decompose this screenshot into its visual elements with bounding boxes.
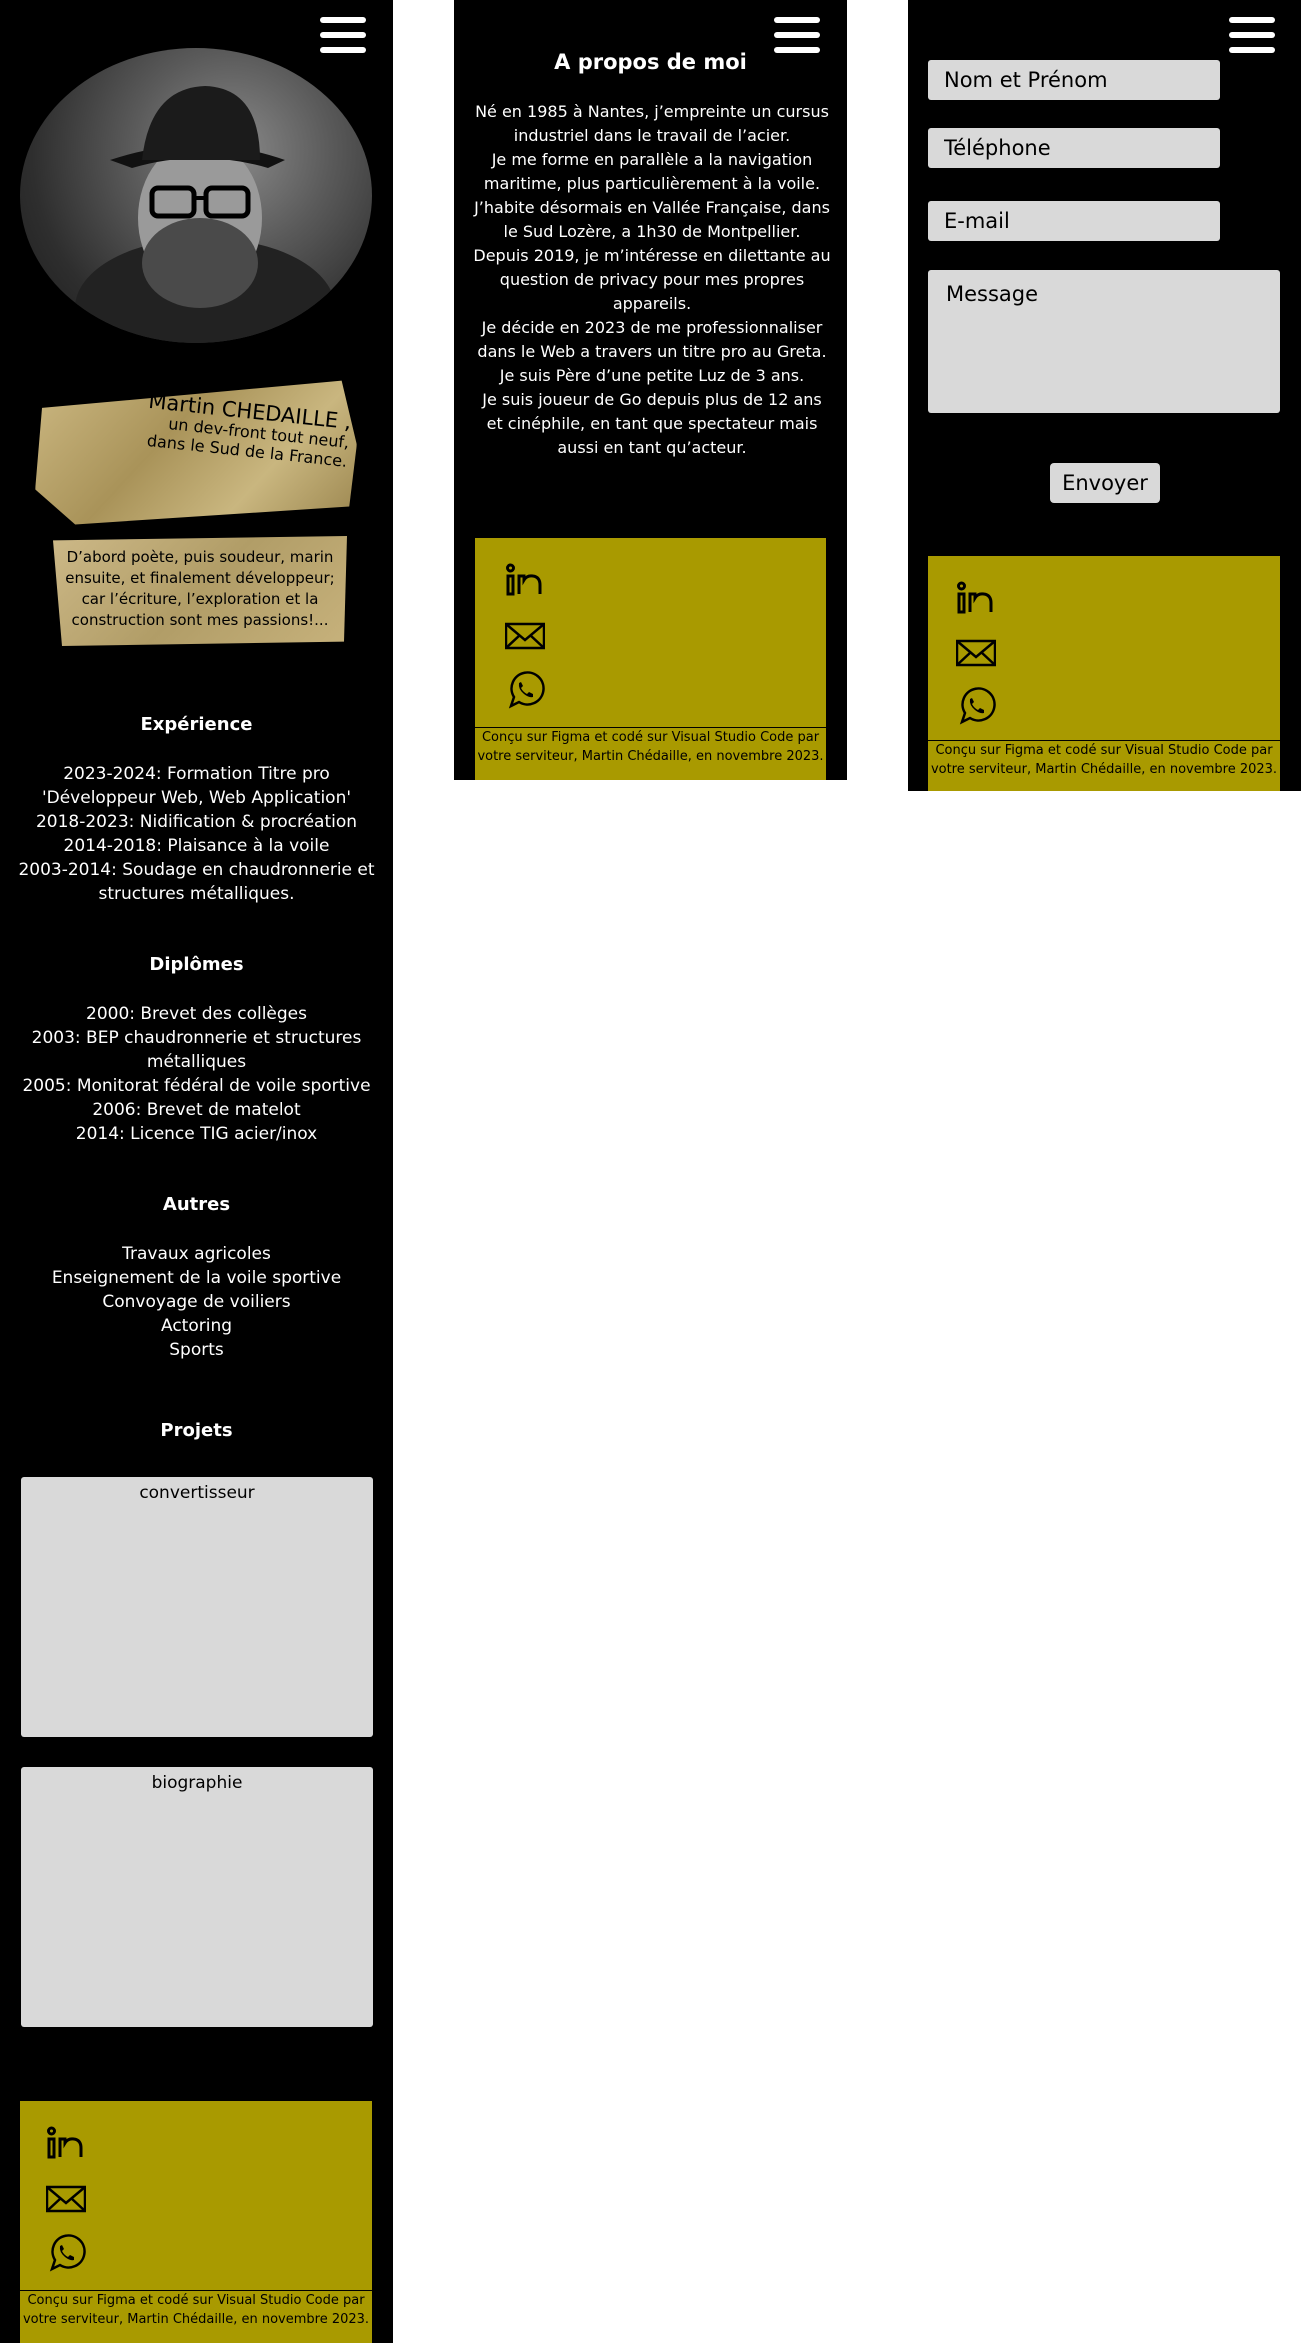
- avatar: [20, 48, 372, 343]
- about-paragraph: J’habite désormais en Vallée Française, …: [474, 198, 830, 241]
- intro-text: D’abord poète, puis soudeur, marin ensui…: [65, 548, 335, 629]
- linkedin-icon[interactable]: [505, 562, 545, 602]
- about-title: A propos de moi: [554, 50, 747, 74]
- list-item: 2023-2024: Formation Titre pro 'Développ…: [41, 764, 352, 808]
- footer: Conçu sur Figma et codé sur Visual Studi…: [20, 2101, 372, 2343]
- about-paragraph: Je suis Père d’une petite Luz de 3 ans.: [499, 366, 805, 385]
- project-label: biographie: [151, 1773, 243, 1793]
- list-item: Sports: [169, 1340, 224, 1360]
- list-item: 2000: Brevet des collèges: [86, 1004, 307, 1024]
- footer-credit: Conçu sur Figma et codé sur Visual Studi…: [20, 2290, 372, 2329]
- message-field[interactable]: [928, 270, 1280, 413]
- project-card-biographie[interactable]: biographie: [21, 1767, 373, 2027]
- about-paragraph: Je suis joueur de Go depuis plus de 12 a…: [482, 390, 822, 457]
- whatsapp-icon[interactable]: [956, 686, 996, 726]
- about-paragraph: Je me forme en parallèle a la navigation…: [483, 150, 821, 193]
- about-text: Né en 1985 à Nantes, j’empreinte un curs…: [472, 100, 832, 460]
- footer: Conçu sur Figma et codé sur Visual Studi…: [928, 556, 1280, 791]
- menu-icon[interactable]: [320, 17, 366, 53]
- experience-list: 2023-2024: Formation Titre pro 'Développ…: [14, 762, 379, 906]
- footer: Conçu sur Figma et codé sur Visual Studi…: [475, 538, 826, 780]
- phone-field[interactable]: [928, 128, 1220, 168]
- about-paragraph: Je décide en 2023 de me professionnalise…: [477, 318, 827, 361]
- list-item: 2003-2014: Soudage en chaudronnerie et s…: [18, 860, 375, 904]
- list-item: Actoring: [160, 1316, 233, 1336]
- list-item: 2018-2023: Nidification & procréation: [35, 812, 358, 832]
- mail-icon[interactable]: [956, 633, 996, 673]
- list-item: Travaux agricoles: [122, 1244, 271, 1264]
- linkedin-icon[interactable]: [956, 580, 996, 620]
- project-card-convertisseur[interactable]: convertisseur: [21, 1477, 373, 1737]
- footer-credit: Conçu sur Figma et codé sur Visual Studi…: [475, 727, 826, 766]
- list-item: 2014-2018: Plaisance à la voile: [63, 836, 330, 856]
- contact-panel: Envoyer Conçu sur Figma et codé sur Visu…: [908, 0, 1301, 791]
- email-field[interactable]: [928, 201, 1220, 241]
- diplomas-title: Diplômes: [149, 954, 244, 975]
- experience-title: Expérience: [140, 714, 253, 735]
- diplomas-list: 2000: Brevet des collèges 2003: BEP chau…: [14, 1002, 379, 1146]
- whatsapp-icon[interactable]: [505, 670, 545, 710]
- linkedin-icon[interactable]: [46, 2125, 86, 2165]
- home-panel: Martin CHEDAILLE , un dev-front tout neu…: [0, 0, 393, 2343]
- others-title: Autres: [162, 1194, 231, 1215]
- footer-credit: Conçu sur Figma et codé sur Visual Studi…: [928, 740, 1280, 779]
- menu-icon[interactable]: [1229, 17, 1275, 53]
- about-panel: A propos de moi Né en 1985 à Nantes, j’e…: [454, 0, 847, 780]
- projects-title: Projets: [160, 1420, 233, 1441]
- mail-icon[interactable]: [505, 616, 545, 656]
- list-item: 2005: Monitorat fédéral de voile sportiv…: [22, 1076, 371, 1096]
- about-paragraph: Depuis 2019, je m’intéresse en dilettant…: [473, 246, 831, 313]
- list-item: Enseignement de la voile sportive: [51, 1268, 342, 1288]
- send-button[interactable]: Envoyer: [1050, 463, 1160, 503]
- about-paragraph: Né en 1985 à Nantes, j’empreinte un curs…: [475, 102, 829, 145]
- list-item: Convoyage de voiliers: [102, 1292, 291, 1312]
- others-list: Travaux agricoles Enseignement de la voi…: [14, 1242, 379, 1362]
- menu-icon[interactable]: [774, 17, 820, 53]
- name-field[interactable]: [928, 60, 1220, 100]
- list-item: 2006: Brevet de matelot: [92, 1100, 301, 1120]
- list-item: 2003: BEP chaudronnerie et structures mé…: [31, 1028, 362, 1072]
- list-item: 2014: Licence TIG acier/inox: [75, 1124, 318, 1144]
- whatsapp-icon[interactable]: [46, 2233, 86, 2273]
- project-label: convertisseur: [139, 1483, 255, 1503]
- mail-icon[interactable]: [46, 2179, 86, 2219]
